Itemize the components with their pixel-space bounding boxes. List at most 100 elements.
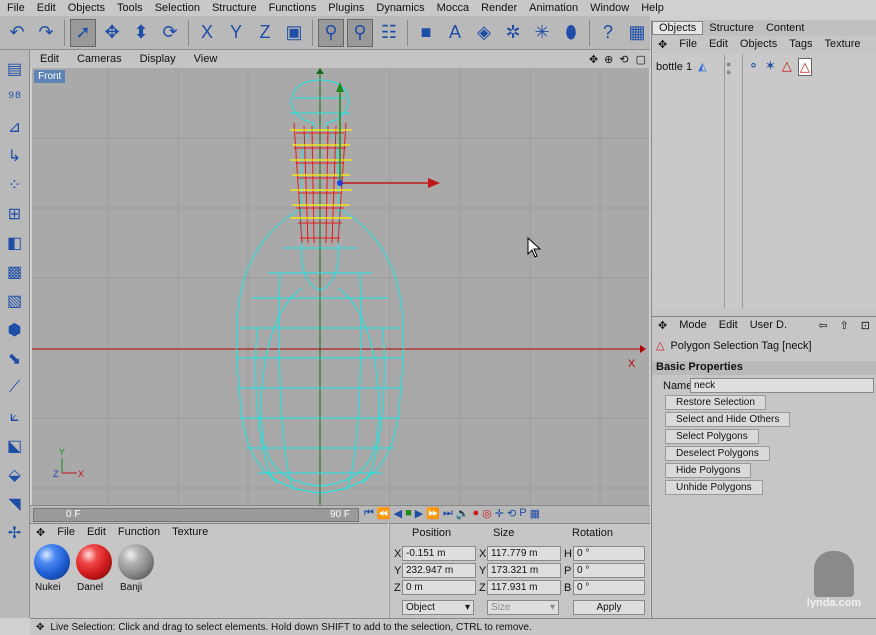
material-swatch-banji[interactable]	[118, 544, 154, 580]
selection-tag-icon[interactable]: △	[782, 58, 792, 76]
axis-tool-icon[interactable]: ↳	[2, 143, 28, 169]
next-frame-icon[interactable]: ▶	[415, 507, 423, 520]
redo-icon[interactable]: ↷	[33, 19, 59, 47]
nurbs-icon[interactable]: ◈	[471, 19, 497, 47]
keyframe-rot-icon[interactable]: ⟲	[507, 507, 516, 520]
attribute-menu-userdata[interactable]: User D.	[744, 319, 793, 331]
select-and-hide-others-button[interactable]: Select and Hide Others	[665, 412, 791, 427]
checker-icon[interactable]: ▩	[2, 259, 28, 285]
object-menu-tags[interactable]: Tags	[783, 38, 818, 50]
menu-dynamics[interactable]: Dynamics	[369, 2, 429, 14]
axis-mode-icon[interactable]: ◥	[2, 491, 28, 517]
cube-primitive-icon[interactable]: ■	[413, 19, 439, 47]
object-menu-file[interactable]: File	[673, 38, 703, 50]
viewport-menu-cameras[interactable]: Cameras	[67, 53, 130, 65]
keyframe-param-icon[interactable]: P	[519, 507, 526, 520]
position-x-field[interactable]: -0.151 m	[402, 546, 476, 561]
undo-icon[interactable]: ↶	[4, 19, 30, 47]
viewport-rotate-icon[interactable]: ⟲	[616, 53, 631, 66]
sound-icon[interactable]: 🔈	[456, 507, 470, 520]
go-to-end-icon[interactable]: ⏭	[443, 507, 453, 520]
size-y-field[interactable]: 173.321 m	[487, 563, 561, 578]
object-axis-icon[interactable]: ⁹⁸	[2, 85, 28, 111]
phong-tag-icon[interactable]: ⚬	[748, 58, 759, 76]
viewport-menu-edit[interactable]: Edit	[30, 53, 67, 65]
menu-help[interactable]: Help	[634, 2, 669, 14]
points-mode-icon[interactable]: ⁘	[2, 172, 28, 198]
menu-objects[interactable]: Objects	[61, 2, 110, 14]
live-selection-icon[interactable]: ➚	[70, 18, 96, 47]
viewport-move-icon[interactable]: ✥	[586, 53, 601, 66]
move-icon[interactable]: ✥	[99, 19, 125, 47]
deselect-polygons-button[interactable]: Deselect Polygons	[665, 446, 770, 461]
keyframe-grid-icon[interactable]: ▦	[530, 507, 540, 520]
menu-window[interactable]: Window	[583, 2, 634, 14]
viewport-zoom-icon[interactable]: ⊕	[601, 53, 616, 66]
size-mode-select[interactable]: Size ▾	[487, 600, 559, 615]
viewport-menu-view[interactable]: View	[184, 53, 226, 65]
deformer-icon[interactable]: ⬮	[558, 19, 584, 47]
coordinate-system-icon[interactable]: ▣	[281, 19, 307, 47]
menu-functions[interactable]: Functions	[262, 2, 322, 14]
up-arrow-icon[interactable]: ⇧	[834, 319, 855, 332]
name-field[interactable]: neck	[690, 378, 874, 393]
previous-key-icon[interactable]: ⏪	[377, 507, 391, 520]
size-x-field[interactable]: 117.779 m	[487, 546, 561, 561]
menu-tools[interactable]: Tools	[110, 2, 148, 14]
snap-icon[interactable]: ⬕	[2, 433, 28, 459]
menu-file[interactable]: File	[0, 2, 30, 14]
previous-frame-icon[interactable]: ◀	[394, 507, 402, 520]
visibility-dots-icon[interactable]: ● ●	[726, 60, 731, 77]
material-menu-edit[interactable]: Edit	[81, 526, 112, 538]
record-icon[interactable]: ●	[473, 507, 480, 520]
menu-edit[interactable]: Edit	[30, 2, 61, 14]
material-menu-function[interactable]: Function	[112, 526, 166, 538]
front-viewport[interactable]: Y X Z X Front	[32, 68, 649, 505]
primitive-tool-icon[interactable]: ⬢	[2, 317, 28, 343]
menu-selection[interactable]: Selection	[148, 2, 205, 14]
position-z-field[interactable]: 0 m	[402, 580, 476, 595]
attribute-panel-pin-icon[interactable]: ✥	[652, 319, 673, 332]
material-panel-pin-icon[interactable]: ✥	[30, 526, 51, 539]
material-menu-texture[interactable]: Texture	[166, 526, 214, 538]
y-axis-lock-icon[interactable]: Y	[223, 19, 249, 47]
brush-tool-icon[interactable]: ⟋	[2, 375, 28, 401]
polygons-mode-icon[interactable]: ◧	[2, 230, 28, 256]
scale-icon[interactable]: ⬍	[128, 19, 154, 47]
tweak-icon[interactable]: ⬙	[2, 462, 28, 488]
object-row-bottle[interactable]: bottle 1 ◭	[656, 60, 707, 74]
hide-polygons-button[interactable]: Hide Polygons	[665, 463, 752, 478]
attribute-menu-edit[interactable]: Edit	[713, 319, 744, 331]
position-y-field[interactable]: 232.947 m	[402, 563, 476, 578]
spline-icon[interactable]: A	[442, 19, 468, 47]
apply-button[interactable]: Apply	[573, 600, 645, 615]
material-swatch-danel[interactable]	[76, 544, 112, 580]
attribute-menu-mode[interactable]: Mode	[673, 319, 713, 331]
workplane-icon[interactable]: ⟀	[2, 404, 28, 430]
viewport-layout-icon[interactable]: ▤	[2, 56, 28, 82]
menu-plugins[interactable]: Plugins	[321, 2, 369, 14]
section-basic-properties[interactable]: Basic Properties	[652, 361, 876, 375]
lock-icon[interactable]: ⊡	[855, 319, 876, 332]
array-icon[interactable]: ✲	[500, 19, 526, 47]
z-axis-lock-icon[interactable]: Z	[252, 19, 278, 47]
uv-tool-icon[interactable]: ▧	[2, 288, 28, 314]
restore-selection-button[interactable]: Restore Selection	[665, 395, 766, 410]
material-swatch-nukei[interactable]	[34, 544, 70, 580]
rotation-b-field[interactable]: 0 °	[573, 580, 645, 595]
help-pointer-icon[interactable]: ?	[595, 19, 621, 47]
scene-icon[interactable]: ✳	[529, 19, 555, 47]
keyframe-pos-icon[interactable]: ✛	[495, 507, 504, 520]
go-to-start-icon[interactable]: ⏮	[364, 507, 374, 520]
rotate-icon[interactable]: ⟳	[157, 19, 183, 47]
snap-settings-icon[interactable]: ✢	[2, 520, 28, 546]
edges-mode-icon[interactable]: ⊞	[2, 201, 28, 227]
magnet-tool-icon[interactable]: ⬊	[2, 346, 28, 372]
coordinate-mode-select[interactable]: Object ▾	[402, 600, 474, 615]
object-panel-pin-icon[interactable]: ✥	[652, 38, 673, 51]
x-axis-lock-icon[interactable]: X	[194, 19, 220, 47]
viewport-canvas[interactable]: Y X Z X	[32, 68, 649, 505]
menu-structure[interactable]: Structure	[205, 2, 262, 14]
back-arrow-icon[interactable]: ⇦	[812, 319, 833, 332]
texture-tag-icon[interactable]: ✶	[765, 58, 776, 76]
